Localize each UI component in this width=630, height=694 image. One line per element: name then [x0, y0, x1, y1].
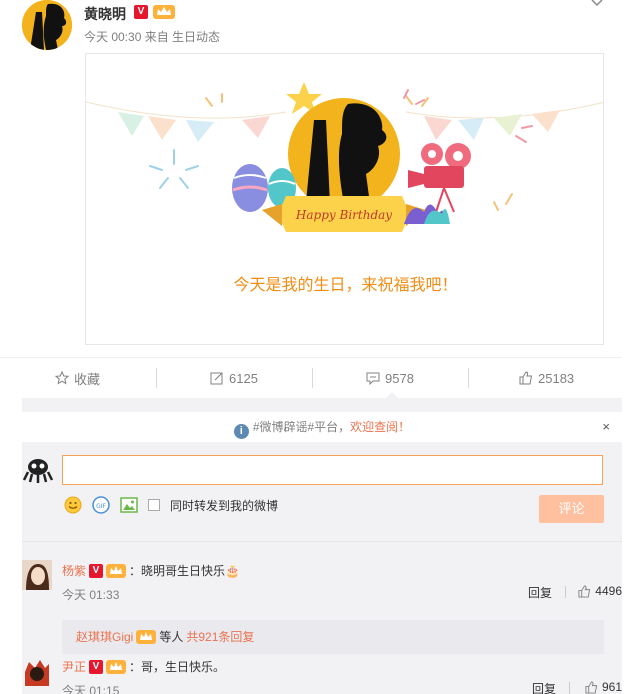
composer-toolbar: GIF 同时转发到我的微博: [64, 494, 278, 516]
thumbs-up-icon: [578, 584, 591, 598]
thumbs-up-icon: [585, 680, 598, 694]
close-icon[interactable]: ×: [602, 412, 610, 442]
member-crown-icon: [136, 630, 157, 644]
info-icon: i: [233, 424, 249, 439]
verified-badge[interactable]: V: [89, 659, 104, 674]
sync-repost-label[interactable]: 同时转发到我的微博: [170, 497, 278, 514]
rumor-notice: i #微博辟谣#平台，欢迎查阅！ ×: [22, 412, 622, 442]
favorite-button[interactable]: 收藏: [55, 368, 100, 388]
verified-badge[interactable]: V: [89, 563, 104, 578]
star-icon: [55, 371, 69, 385]
chevron-down-icon[interactable]: [590, 0, 604, 10]
action-divider: [468, 368, 469, 388]
divider: [569, 682, 570, 694]
commenter-avatar[interactable]: [22, 656, 52, 686]
post-header: 黄晓明 V 今天 00:30 来自 生日动态: [22, 0, 612, 50]
comment-button[interactable]: 9578: [366, 368, 414, 388]
action-divider: [156, 368, 157, 388]
birthday-message: 今天是我的生日，来祝福我吧！: [233, 277, 458, 294]
image-icon[interactable]: [120, 496, 138, 514]
comment-like-button[interactable]: 961: [585, 680, 622, 694]
comment-count: 9578: [385, 370, 414, 386]
comment-item: 杨紫 V ：晓明哥生日快乐🎂 今天 01:33 回复 4496 赵琪琪Gigi …: [22, 560, 622, 660]
post-meta: 今天 00:30 来自 生日动态: [84, 30, 221, 44]
like-count: 25183: [538, 370, 575, 386]
sync-repost-checkbox[interactable]: [148, 499, 160, 511]
comment-line: 尹正 V ：哥，生日快乐。: [62, 658, 225, 675]
verified-badge[interactable]: V: [134, 5, 148, 19]
like-button[interactable]: 25183: [519, 368, 574, 388]
comment-username[interactable]: 杨紫: [62, 562, 86, 579]
my-avatar[interactable]: [22, 456, 54, 484]
author-avatar[interactable]: [22, 0, 72, 50]
member-crown-icon[interactable]: [153, 4, 175, 20]
birthday-card[interactable]: Happy Birthday 今天是我的生日，来祝福我吧！: [85, 53, 604, 345]
comment-username[interactable]: 尹正: [62, 658, 86, 675]
repost-button[interactable]: 6125: [210, 368, 258, 388]
reply-link[interactable]: 回复: [532, 680, 556, 694]
post-comment-button[interactable]: 评论: [539, 495, 604, 523]
comment-input[interactable]: [62, 455, 603, 485]
thumbs-up-icon: [519, 371, 533, 385]
comment-section: i #微博辟谣#平台，欢迎查阅！ × GIF 同时转发到我的微博 评论 杨紫 V…: [22, 398, 622, 694]
notice-text: #微博辟谣#平台，: [252, 420, 351, 434]
sub-reply-suffix: 等人: [159, 630, 184, 644]
gif-icon[interactable]: GIF: [92, 496, 110, 514]
sub-replies[interactable]: 赵琪琪Gigi 等人 共921条回复: [62, 620, 604, 654]
emoji-icon[interactable]: [64, 496, 82, 514]
notice-link[interactable]: 欢迎查阅！: [350, 420, 410, 434]
sub-reply-users[interactable]: 赵琪琪Gigi: [76, 620, 133, 654]
svg-text:GIF: GIF: [96, 503, 106, 510]
repost-icon: [210, 372, 223, 385]
birthday-illustration: Happy Birthday: [86, 82, 603, 232]
repost-count: 6125: [229, 370, 258, 386]
happy-birthday-banner: Happy Birthday: [295, 208, 392, 222]
comment-time: 今天 01:15: [62, 684, 120, 694]
comment-like-button[interactable]: 4496: [578, 584, 622, 598]
member-crown-icon[interactable]: [106, 659, 127, 674]
divider: [565, 586, 566, 598]
comment-text: ：晓明哥生日快乐🎂: [129, 564, 240, 578]
sub-reply-count[interactable]: 共921条回复: [186, 620, 254, 654]
comment-item: 尹正 V ：哥，生日快乐。 今天 01:15 回复 961: [22, 656, 622, 694]
reply-link[interactable]: 回复: [528, 584, 552, 601]
comment-like-count: 4496: [595, 584, 622, 598]
member-crown-icon[interactable]: [106, 563, 127, 578]
comment-line: 杨紫 V ：晓明哥生日快乐🎂: [62, 562, 240, 579]
comment-icon: [366, 372, 380, 385]
comment-time: 今天 01:33: [62, 588, 120, 602]
action-bar: 收藏 6125 9578 25183: [0, 357, 622, 397]
comment-like-count: 961: [601, 680, 622, 694]
divider: [22, 541, 622, 542]
commenter-avatar[interactable]: [22, 560, 52, 590]
comment-text: ：哥，生日快乐。: [129, 660, 226, 674]
favorite-label: 收藏: [74, 371, 101, 387]
action-divider: [312, 368, 313, 388]
author-name[interactable]: 黄晓明: [84, 4, 126, 24]
